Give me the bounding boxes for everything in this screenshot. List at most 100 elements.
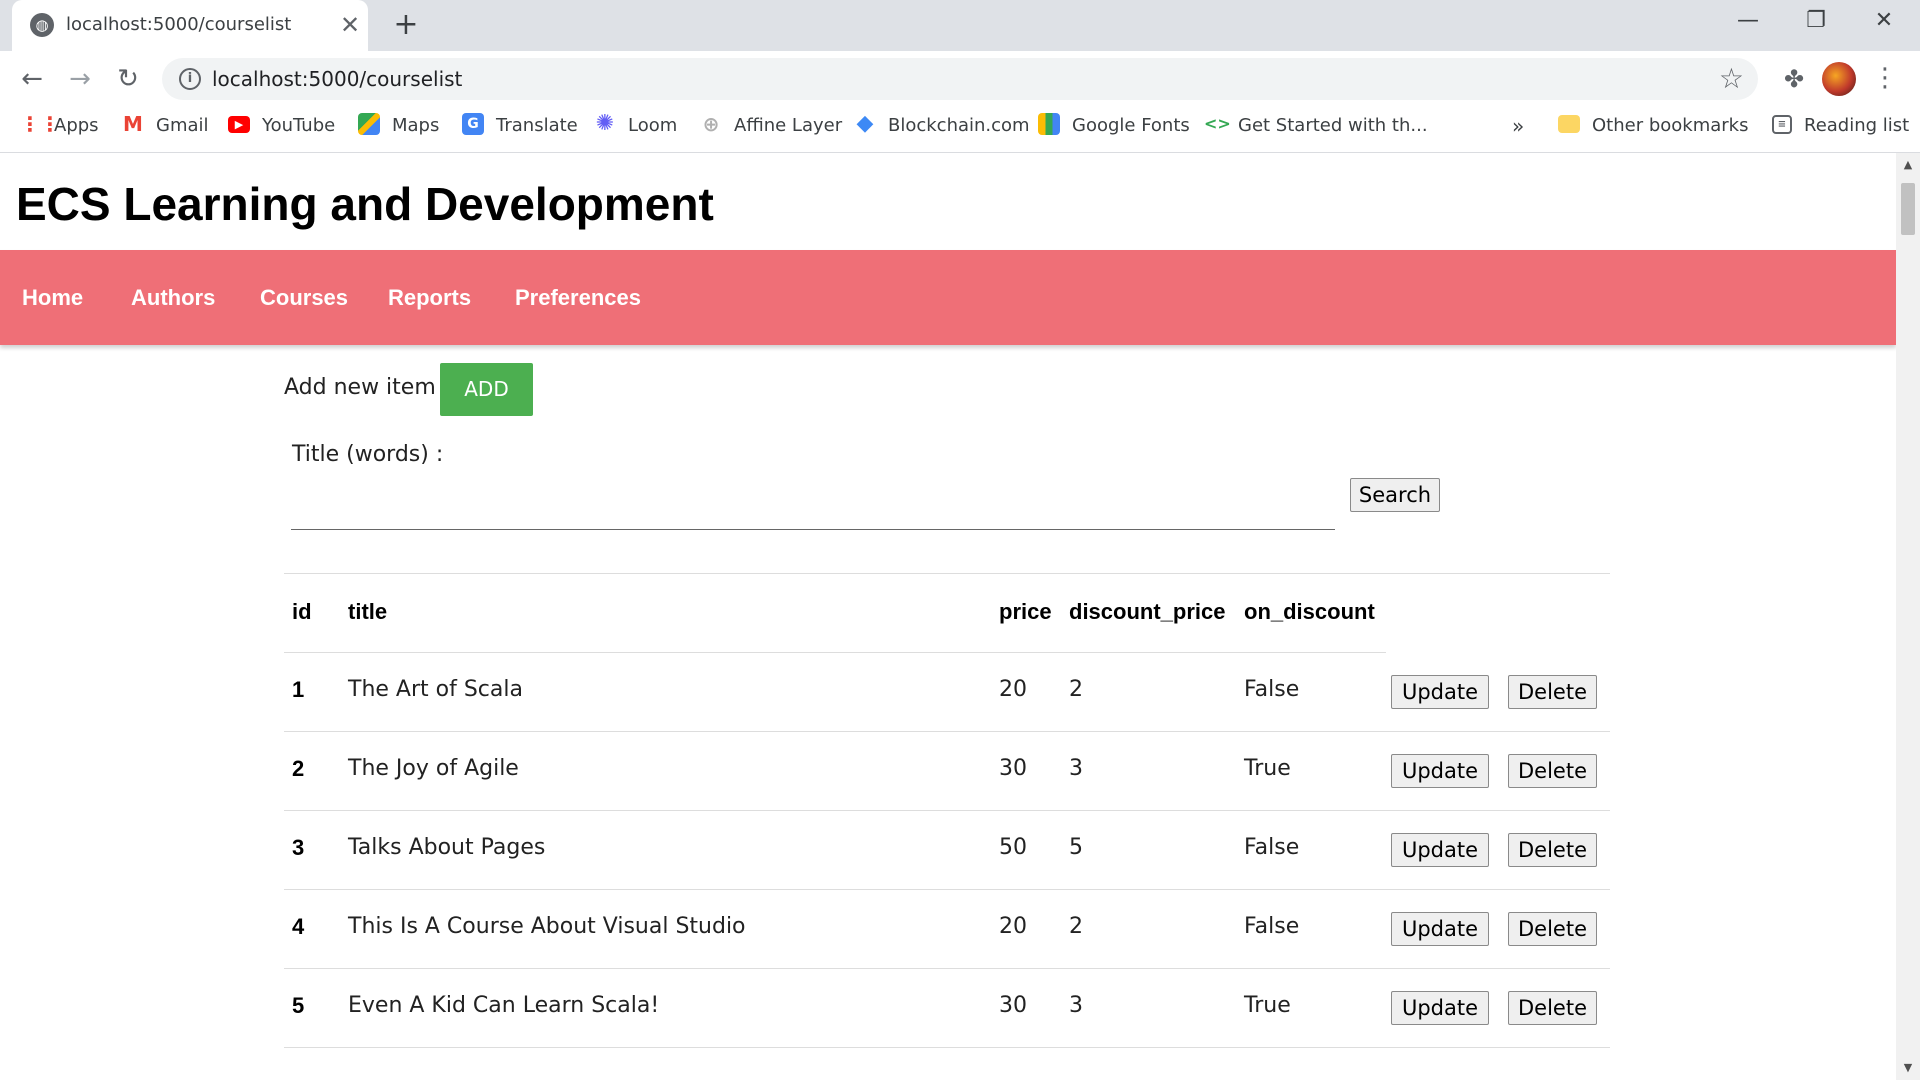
- bookmark-affine-layer[interactable]: ⊕ Affine Layer: [700, 107, 843, 145]
- close-tab-icon[interactable]: ✕: [336, 11, 364, 39]
- update-button[interactable]: Update: [1391, 754, 1489, 788]
- bookmarks-bar: ⋮⋮Apps M Gmail ▶ YouTube Maps G Translate ✺…: [0, 107, 1920, 153]
- nav-reports[interactable]: Reports: [388, 250, 471, 345]
- forward-icon[interactable]: →: [62, 61, 98, 97]
- delete-button[interactable]: Delete: [1508, 991, 1597, 1025]
- delete-button[interactable]: Delete: [1508, 912, 1597, 946]
- row-divider: [284, 968, 1610, 969]
- delete-button[interactable]: Delete: [1508, 833, 1597, 867]
- bookmark-google-fonts[interactable]: Google Fonts: [1038, 107, 1190, 145]
- back-icon[interactable]: ←: [14, 61, 50, 97]
- browser-menu-icon[interactable]: ⋮: [1870, 61, 1900, 97]
- column-header-id: id: [292, 599, 312, 624]
- update-button[interactable]: Update: [1391, 991, 1489, 1025]
- title-search-input[interactable]: [291, 475, 1335, 530]
- minimize-icon[interactable]: —: [1716, 0, 1780, 44]
- translate-icon: G: [462, 113, 484, 135]
- cell-on-discount: True: [1244, 993, 1291, 1018]
- scroll-up-arrow-icon[interactable]: ▲: [1896, 155, 1920, 175]
- scroll-down-arrow-icon[interactable]: ▼: [1896, 1058, 1920, 1078]
- page-scrollbar[interactable]: ▲ ▼: [1896, 153, 1920, 1080]
- bookmark-maps[interactable]: Maps: [358, 107, 439, 145]
- nav-courses[interactable]: Courses: [260, 250, 348, 345]
- profile-avatar[interactable]: [1822, 62, 1856, 96]
- bookmark-star-icon[interactable]: ☆: [1719, 62, 1744, 96]
- google-fonts-icon: [1038, 113, 1060, 135]
- bookmark-youtube[interactable]: ▶ YouTube: [228, 107, 335, 145]
- loom-icon: ✺: [595, 111, 615, 136]
- page-content: ECS Learning and Development Home Author…: [0, 153, 1896, 1080]
- browser-tab[interactable]: ◍ localhost:5000/courselist ✕: [12, 0, 368, 51]
- add-button[interactable]: ADD: [440, 363, 533, 416]
- nav-authors[interactable]: Authors: [131, 250, 215, 345]
- cell-id: 1: [292, 677, 305, 702]
- cell-on-discount: False: [1244, 914, 1300, 939]
- delete-button[interactable]: Delete: [1508, 754, 1597, 788]
- cell-discount-price: 2: [1069, 677, 1083, 702]
- reading-list[interactable]: ≡ Reading list: [1772, 107, 1909, 145]
- column-header-title: title: [348, 599, 388, 624]
- cell-title: The Joy of Agile: [348, 756, 519, 781]
- gmail-icon: M: [123, 112, 143, 136]
- address-bar[interactable]: i localhost:5000/courselist ☆: [162, 58, 1758, 100]
- restore-icon[interactable]: ❐: [1784, 0, 1848, 44]
- cell-price: 20: [999, 914, 1027, 939]
- cell-title: Even A Kid Can Learn Scala!: [348, 993, 660, 1018]
- cell-discount-price: 3: [1069, 756, 1083, 781]
- bookmark-blockchain[interactable]: ◆ Blockchain.com: [854, 107, 1030, 145]
- column-header-price: price: [999, 599, 1052, 624]
- main-navbar: Home Authors Courses Reports Preferences: [0, 250, 1896, 345]
- nav-preferences[interactable]: Preferences: [515, 250, 641, 345]
- globe-icon: ◍: [30, 13, 54, 37]
- site-title: ECS Learning and Development: [16, 178, 714, 230]
- url-text[interactable]: localhost:5000/courselist: [212, 58, 462, 100]
- other-bookmarks[interactable]: Other bookmarks: [1558, 107, 1748, 145]
- nav-home[interactable]: Home: [22, 250, 83, 345]
- cell-on-discount: False: [1244, 677, 1300, 702]
- bookmark-loom[interactable]: ✺ Loom: [594, 107, 678, 145]
- page-viewport: ECS Learning and Development Home Author…: [0, 153, 1896, 1080]
- bookmark-translate[interactable]: G Translate: [462, 107, 578, 145]
- apps-grid-icon: ⋮⋮: [20, 112, 60, 136]
- youtube-icon: ▶: [228, 115, 250, 133]
- tab-strip: ◍ localhost:5000/courselist ✕ + — ❐ ✕: [0, 0, 1920, 51]
- site-info-icon[interactable]: i: [179, 68, 201, 90]
- update-button[interactable]: Update: [1391, 912, 1489, 946]
- column-header-on-discount: on_discount: [1244, 599, 1375, 624]
- cell-title: This Is A Course About Visual Studio: [348, 914, 746, 939]
- cell-price: 50: [999, 835, 1027, 860]
- extensions-puzzle-icon[interactable]: ✤: [1776, 61, 1812, 97]
- folder-icon: [1558, 115, 1580, 133]
- cell-id: 5: [292, 993, 305, 1018]
- cell-id: 2: [292, 756, 305, 781]
- title-search-label: Title (words) :: [292, 442, 444, 467]
- bookmark-gmail[interactable]: M Gmail: [122, 107, 208, 145]
- new-tab-button[interactable]: +: [388, 8, 424, 44]
- delete-button[interactable]: Delete: [1508, 675, 1597, 709]
- reload-icon[interactable]: ↻: [110, 61, 146, 97]
- header-divider: [284, 652, 1386, 653]
- cell-id: 4: [292, 914, 305, 939]
- column-header-discount-price: discount_price: [1069, 599, 1226, 624]
- cell-title: The Art of Scala: [348, 677, 523, 702]
- bookmark-get-started[interactable]: <> Get Started with th...: [1204, 107, 1428, 145]
- reading-list-icon: ≡: [1772, 114, 1792, 134]
- scrollbar-thumb[interactable]: [1901, 183, 1915, 235]
- code-icon: <>: [1204, 114, 1231, 133]
- update-button[interactable]: Update: [1391, 675, 1489, 709]
- add-new-item-label: Add new item :: [284, 375, 451, 400]
- row-divider: [284, 1047, 1610, 1048]
- cell-on-discount: False: [1244, 835, 1300, 860]
- browser-toolbar: ← → ↻ i localhost:5000/courselist ☆ ✤ ⋮: [0, 51, 1920, 107]
- row-divider: [284, 810, 1610, 811]
- update-button[interactable]: Update: [1391, 833, 1489, 867]
- bookmarks-overflow-chevron[interactable]: »: [1512, 107, 1524, 145]
- bookmark-apps[interactable]: ⋮⋮Apps: [20, 107, 99, 145]
- affine-layer-icon: ⊕: [702, 112, 720, 136]
- search-button[interactable]: Search: [1350, 478, 1440, 512]
- cell-price: 20: [999, 677, 1027, 702]
- cell-price: 30: [999, 993, 1027, 1018]
- close-window-icon[interactable]: ✕: [1852, 0, 1916, 44]
- cell-id: 3: [292, 835, 305, 860]
- cell-price: 30: [999, 756, 1027, 781]
